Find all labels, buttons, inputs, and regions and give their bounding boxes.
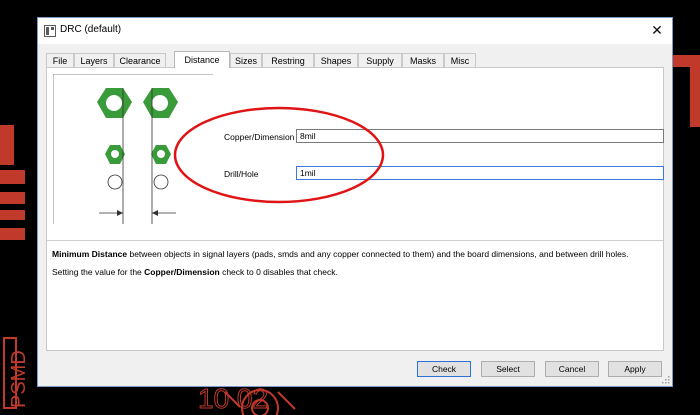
annotation-ellipse: [173, 106, 385, 204]
app-icon: [44, 25, 56, 37]
arrowhead-icon: [117, 210, 123, 216]
distance-panel: Copper/Dimension Drill/Hole Minimum Dist…: [46, 67, 664, 351]
drill-hole-icon: [153, 174, 169, 190]
tab-file[interactable]: File: [46, 53, 74, 67]
description-line-1: Minimum Distance between objects in sign…: [52, 249, 628, 259]
description-text: between objects in signal layers (pads, …: [127, 249, 629, 259]
tab-layers[interactable]: Layers: [74, 53, 114, 67]
description-bold-term: Copper/Dimension: [144, 267, 220, 277]
tab-misc[interactable]: Misc: [444, 53, 476, 67]
pad-hole: [157, 150, 165, 158]
description-bold-term: Minimum Distance: [52, 249, 128, 259]
pcb-trace: [0, 192, 25, 204]
pad-hole: [152, 95, 168, 111]
pcb-trace: [0, 170, 25, 184]
pcb-trace: [672, 55, 700, 67]
arrowhead-icon: [152, 210, 158, 216]
close-icon[interactable]: ✕: [648, 21, 666, 39]
drc-dialog: DRC (default) ✕ File Layers Clearance Di…: [37, 17, 673, 387]
window-title: DRC (default): [60, 24, 122, 35]
title-bar: DRC (default) ✕: [38, 18, 672, 44]
drill-hole-icon: [107, 174, 123, 190]
tab-shapes[interactable]: Shapes: [314, 53, 358, 67]
select-button[interactable]: Select: [481, 361, 535, 377]
resize-grip-icon[interactable]: [662, 376, 670, 384]
tab-supply[interactable]: Supply: [358, 53, 402, 67]
check-button[interactable]: Check: [417, 361, 471, 377]
description-text: Setting the value for the: [52, 267, 145, 277]
pad-hole: [111, 150, 119, 158]
silkscreen-label: PSMD: [8, 350, 30, 408]
pcb-trace: [0, 210, 25, 220]
pcb-trace: [690, 67, 700, 127]
tab-distance[interactable]: Distance: [174, 51, 230, 68]
description-line-2: Setting the value for the Copper/Dimensi…: [52, 267, 338, 277]
tab-clearance[interactable]: Clearance: [114, 53, 166, 67]
pad-hole: [106, 95, 122, 111]
tab-masks[interactable]: Masks: [402, 53, 444, 67]
apply-button[interactable]: Apply: [608, 361, 662, 377]
description-text: check to 0 disables that check.: [219, 267, 338, 277]
pcb-trace: [0, 228, 25, 240]
tab-sizes[interactable]: Sizes: [230, 53, 262, 67]
silkscreen-digits: 10 02: [198, 383, 268, 414]
panel-divider: [47, 240, 663, 241]
pcb-trace: [0, 125, 14, 165]
cancel-button[interactable]: Cancel: [545, 361, 599, 377]
tab-restring[interactable]: Restring: [262, 53, 314, 67]
